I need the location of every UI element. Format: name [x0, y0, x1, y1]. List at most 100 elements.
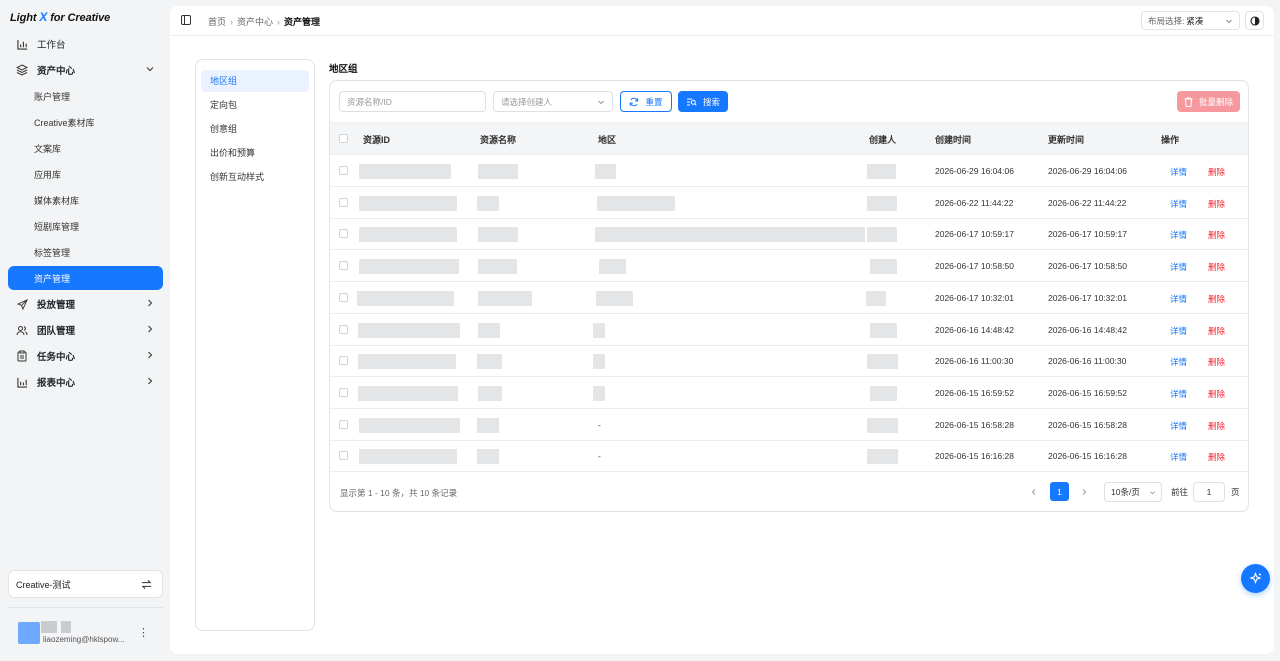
- page-size-select[interactable]: 10条/页: [1104, 482, 1162, 502]
- updated-time-cell: 2026-06-15 16:59:52: [1048, 387, 1127, 398]
- tree-item-interactive-style[interactable]: 创新互动样式: [201, 166, 309, 188]
- delete-link[interactable]: 删除: [1208, 420, 1225, 432]
- category-tree: 地区组 定向包 创意组 出价和预算 创新互动样式: [195, 59, 315, 631]
- updated-time-cell: 2026-06-15 16:16:28: [1048, 451, 1127, 462]
- row-checkbox[interactable]: [339, 197, 348, 207]
- row-checkbox[interactable]: [339, 261, 348, 271]
- chevron-left-icon: [1031, 489, 1036, 495]
- theme-toggle-button[interactable]: [1245, 11, 1264, 30]
- sidebar-item-team[interactable]: 团队管理: [8, 317, 163, 343]
- goto-label: 前往: [1171, 487, 1189, 497]
- delete-link[interactable]: 删除: [1208, 198, 1225, 210]
- sidebar-item-app-library[interactable]: 应用库: [8, 161, 163, 187]
- sidebar-item-copy-library[interactable]: 文案库: [8, 135, 163, 161]
- resource-id-redacted: [359, 417, 460, 433]
- detail-link[interactable]: 详情: [1170, 388, 1187, 400]
- delete-link[interactable]: 删除: [1208, 356, 1225, 368]
- delete-link[interactable]: 删除: [1208, 451, 1225, 463]
- delete-link[interactable]: 删除: [1208, 388, 1225, 400]
- creator-select[interactable]: 请选择创建人: [493, 91, 613, 112]
- sidebar: Light X for Creative 工作台 资产中心 账户管理 Creat…: [0, 0, 170, 661]
- sidebar-item-tasks[interactable]: 任务中心: [8, 343, 163, 369]
- layout-select[interactable]: 布局选择: 紧凑: [1141, 11, 1240, 30]
- row-checkbox[interactable]: [339, 292, 348, 302]
- sidebar-item-tag-management[interactable]: 标签管理: [8, 239, 163, 265]
- breadcrumb-asset-center[interactable]: 资产中心: [237, 15, 273, 28]
- resource-id-redacted: [358, 354, 456, 370]
- row-checkbox[interactable]: [339, 229, 348, 239]
- resource-id-redacted: [358, 322, 460, 338]
- table-row: 2026-06-29 16:04:06 2026-06-29 16:04:06 详情…: [330, 155, 1248, 187]
- detail-link[interactable]: 详情: [1170, 356, 1187, 368]
- resource-id-redacted: [358, 385, 458, 401]
- next-page-button[interactable]: [1080, 482, 1092, 502]
- tree-item-creative-group[interactable]: 创意组: [201, 118, 309, 140]
- prev-page-button[interactable]: [1030, 482, 1042, 502]
- resource-id-redacted: [359, 195, 457, 211]
- column-header-region: 地区: [598, 135, 617, 145]
- detail-link[interactable]: 详情: [1170, 293, 1187, 305]
- sidebar-item-asset-center[interactable]: 资产中心: [8, 57, 163, 83]
- tree-item-region-group[interactable]: 地区组: [201, 70, 309, 92]
- section-title: 地区组: [329, 64, 358, 75]
- pagination-summary: 显示第 1 - 10 条，共 10 条记录: [340, 488, 458, 498]
- delete-link[interactable]: 删除: [1208, 293, 1225, 305]
- breadcrumb-current: 资产管理: [284, 17, 321, 27]
- delete-link[interactable]: 删除: [1208, 229, 1225, 241]
- region-redacted: [595, 164, 616, 179]
- row-checkbox[interactable]: [339, 324, 348, 334]
- sidebar-item-asset-management[interactable]: 资产管理: [8, 266, 163, 290]
- detail-link[interactable]: 详情: [1170, 261, 1187, 273]
- region-cell: -: [598, 451, 601, 462]
- detail-link[interactable]: 详情: [1170, 325, 1187, 337]
- row-checkbox[interactable]: [339, 419, 348, 429]
- created-time-cell: 2026-06-17 10:32:01: [935, 292, 1014, 303]
- delete-link[interactable]: 删除: [1208, 261, 1225, 273]
- resource-id-redacted: [359, 449, 457, 465]
- row-checkbox[interactable]: [339, 166, 348, 175]
- reset-button[interactable]: 重置: [620, 91, 672, 112]
- search-button[interactable]: 搜索: [678, 91, 728, 112]
- row-checkbox[interactable]: [339, 387, 348, 397]
- resource-name-redacted: [477, 449, 499, 465]
- workspace-switcher[interactable]: Creative-测试: [8, 570, 163, 598]
- chevron-right-icon: [148, 299, 153, 307]
- search-input[interactable]: 资源名称/ID: [339, 91, 486, 112]
- sidebar-item-account-management[interactable]: 账户管理: [8, 83, 163, 109]
- region-redacted: [595, 227, 865, 243]
- table-row: - 2026-06-15 16:58:28 2026-06-15 16:58:28 详…: [330, 409, 1248, 441]
- sidebar-item-drama-library[interactable]: 短剧库管理: [8, 213, 163, 239]
- bulk-delete-button[interactable]: 批量删除: [1177, 91, 1240, 112]
- select-all-checkbox[interactable]: [339, 134, 348, 143]
- sidebar-item-reports[interactable]: 报表中心: [8, 369, 163, 395]
- updated-time-cell: 2026-06-22 11:44:22: [1048, 197, 1127, 208]
- sidebar-item-creative-library[interactable]: Creative素材库: [8, 109, 163, 135]
- app-logo: Light X for Creative: [10, 10, 111, 24]
- sidebar-item-delivery[interactable]: 投放管理: [8, 291, 163, 317]
- delete-link[interactable]: 删除: [1208, 325, 1225, 337]
- tree-item-bid-budget[interactable]: 出价和预算: [201, 142, 309, 164]
- trash-icon: [1184, 97, 1193, 107]
- ai-assistant-button[interactable]: [1241, 564, 1270, 593]
- chevron-right-icon: [148, 325, 153, 333]
- goto-page-input[interactable]: 1: [1193, 482, 1225, 502]
- tree-item-targeting-package[interactable]: 定向包: [201, 94, 309, 116]
- detail-link[interactable]: 详情: [1170, 229, 1187, 241]
- more-vertical-icon[interactable]: ⋮: [138, 628, 149, 639]
- creator-redacted: [870, 259, 897, 275]
- page-number-button[interactable]: 1: [1050, 482, 1069, 501]
- user-profile[interactable]: liaozeming@hklspow... ⋮: [18, 621, 163, 647]
- sidebar-item-media-library[interactable]: 媒体素材库: [8, 187, 163, 213]
- resource-name-redacted: [478, 227, 518, 243]
- delete-link[interactable]: 删除: [1208, 166, 1225, 178]
- sidebar-item-workbench[interactable]: 工作台: [8, 31, 163, 57]
- sidebar-toggle-icon[interactable]: [181, 15, 191, 25]
- detail-link[interactable]: 详情: [1170, 166, 1187, 178]
- detail-link[interactable]: 详情: [1170, 198, 1187, 210]
- breadcrumb-home[interactable]: 首页: [208, 15, 226, 28]
- swap-icon[interactable]: [141, 579, 152, 590]
- detail-link[interactable]: 详情: [1170, 451, 1187, 463]
- row-checkbox[interactable]: [339, 356, 348, 366]
- detail-link[interactable]: 详情: [1170, 420, 1187, 432]
- row-checkbox[interactable]: [339, 451, 348, 461]
